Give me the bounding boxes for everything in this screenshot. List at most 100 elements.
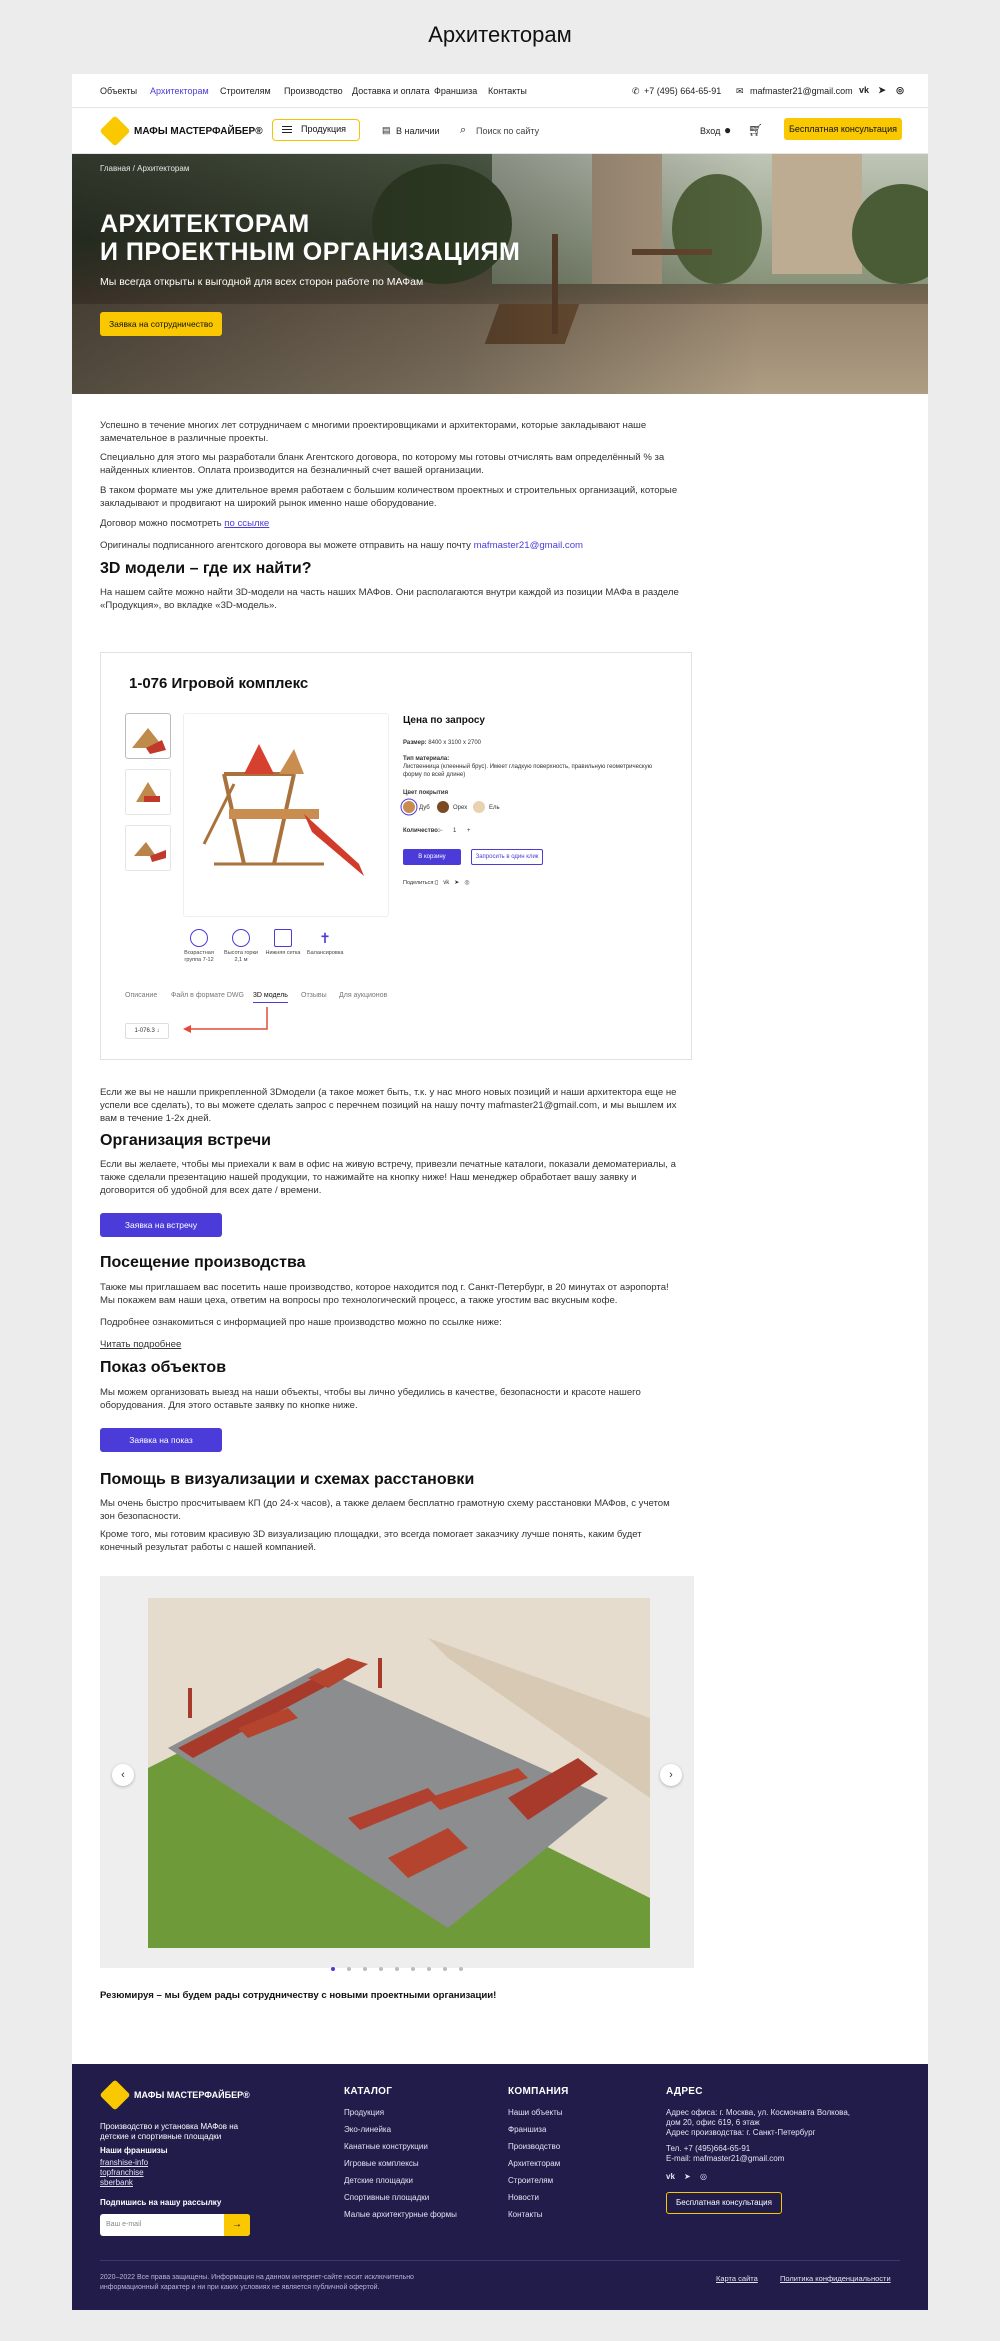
slider-dot[interactable] bbox=[411, 1967, 415, 1971]
franchise-link[interactable]: sberbank bbox=[100, 2178, 133, 2187]
slider-dot[interactable] bbox=[427, 1967, 431, 1971]
search-input[interactable]: Поиск по сайту bbox=[476, 126, 539, 136]
tab-3d-model[interactable]: 3D модель bbox=[253, 992, 288, 1003]
color-swatch-walnut[interactable] bbox=[437, 801, 449, 813]
tab-dwg[interactable]: Файл в формате DWG bbox=[171, 992, 244, 999]
cooperation-button[interactable]: Заявка на сотрудничество bbox=[100, 312, 222, 336]
feature-age-label: Возрастная группа 7-12 bbox=[184, 950, 214, 963]
color-swatch-oak[interactable] bbox=[403, 801, 415, 813]
nav-objects[interactable]: Объекты bbox=[100, 86, 137, 96]
nav-builders[interactable]: Строителям bbox=[220, 86, 271, 96]
company-link[interactable]: Франшиза bbox=[508, 2125, 546, 2134]
qty-value[interactable]: 1 bbox=[453, 827, 456, 835]
footer-whatsapp-icon[interactable]: ◎ bbox=[700, 2172, 707, 2181]
tab-description[interactable]: Описание bbox=[125, 992, 157, 999]
visit-text: Также мы приглашаем вас посетить наше пр… bbox=[100, 1282, 669, 1306]
catalog-link[interactable]: Спортивные площадки bbox=[344, 2193, 429, 2202]
privacy-link[interactable]: Политика конфиденциальности bbox=[780, 2274, 891, 2283]
login-link[interactable]: Вход bbox=[700, 126, 720, 136]
balance-icon: ✝ bbox=[319, 930, 331, 946]
cart-icon[interactable]: 🛒︎ bbox=[748, 123, 763, 137]
product-price: Цена по запросу bbox=[403, 715, 485, 726]
slider-dot[interactable] bbox=[347, 1967, 351, 1971]
slider-dot[interactable] bbox=[395, 1967, 399, 1971]
address-line: дом 20, офис 619, 6 этаж bbox=[666, 2118, 760, 2127]
product-thumb[interactable] bbox=[125, 825, 171, 871]
sitemap-link[interactable]: Карта сайта bbox=[716, 2274, 758, 2283]
add-to-cart-button[interactable]: В корзину bbox=[403, 849, 461, 865]
subscribe-arrow-icon[interactable]: → bbox=[224, 2214, 250, 2236]
footer-logo-text[interactable]: МАФЫ МАСТЕРФАЙБЕР® bbox=[134, 2090, 250, 2100]
company-link[interactable]: Новости bbox=[508, 2193, 539, 2202]
product-thumb[interactable] bbox=[125, 769, 171, 815]
consult-button[interactable]: Бесплатная консультация bbox=[784, 118, 902, 140]
arrow-annotation bbox=[183, 1007, 268, 1033]
intro-email-link[interactable]: mafmaster21@gmail.com bbox=[474, 540, 583, 551]
telegram-icon[interactable]: ➤ bbox=[876, 84, 888, 96]
logo-text[interactable]: МАФЫ МАСТЕРФАЙБЕР® bbox=[134, 126, 263, 137]
slide-image[interactable] bbox=[148, 1598, 650, 1948]
nav-franchise[interactable]: Франшиза bbox=[434, 86, 477, 96]
company-link[interactable]: Архитекторам bbox=[508, 2159, 560, 2168]
company-link[interactable]: Производство bbox=[508, 2142, 560, 2151]
footer-consult-button[interactable]: Бесплатная консультация bbox=[666, 2192, 782, 2214]
3d-file-download[interactable]: 1-076.3 ↓ bbox=[125, 1023, 169, 1039]
vk-icon[interactable]: vk bbox=[858, 84, 870, 96]
search-icon[interactable]: ⌕ bbox=[460, 124, 466, 137]
products-button[interactable]: Продукция bbox=[272, 119, 360, 141]
franchise-link[interactable]: topfranchise bbox=[100, 2168, 144, 2177]
breadcrumb[interactable]: Главная / Архитекторам bbox=[100, 164, 189, 173]
company-link[interactable]: Контакты bbox=[508, 2210, 543, 2219]
slider-dot[interactable] bbox=[379, 1967, 383, 1971]
footer-telegram-icon[interactable]: ➤ bbox=[684, 2172, 691, 2181]
nav-delivery[interactable]: Доставка и оплата bbox=[352, 86, 430, 96]
qty-minus[interactable]: − bbox=[439, 827, 443, 835]
top-email[interactable]: mafmaster21@gmail.com bbox=[750, 86, 853, 96]
nav-contacts[interactable]: Контакты bbox=[488, 86, 527, 96]
share-icons[interactable]: ▯ vk ➤ ◎ bbox=[435, 879, 470, 887]
tab-reviews[interactable]: Отзывы bbox=[301, 992, 327, 999]
catalog-link[interactable]: Малые архитектурные формы bbox=[344, 2210, 457, 2219]
phone-icon: ✆ bbox=[632, 86, 640, 96]
slider-dot[interactable] bbox=[459, 1967, 463, 1971]
tab-auctions[interactable]: Для аукционов bbox=[339, 992, 387, 999]
user-icon[interactable]: ● bbox=[724, 123, 731, 137]
slider-dot[interactable] bbox=[363, 1967, 367, 1971]
contract-link[interactable]: по ссылке bbox=[224, 518, 269, 529]
slider-next-button[interactable]: › bbox=[660, 1764, 682, 1786]
footer-phone[interactable]: Тел. +7 (495)664-65-91 bbox=[666, 2144, 750, 2153]
nav-production[interactable]: Производство bbox=[284, 86, 343, 96]
qty-plus[interactable]: + bbox=[467, 827, 471, 835]
read-more-link[interactable]: Читать подробнее bbox=[100, 1338, 181, 1351]
catalog-link[interactable]: Продукция bbox=[344, 2108, 384, 2117]
subscribe-email-input[interactable]: Ваш e-mail bbox=[106, 2221, 141, 2228]
nav-architects[interactable]: Архитекторам bbox=[150, 86, 209, 96]
product-main-image[interactable] bbox=[183, 713, 389, 917]
size-label: Размер: bbox=[403, 740, 427, 746]
product-thumb[interactable] bbox=[125, 713, 171, 759]
one-click-button[interactable]: Запросить в один клик bbox=[471, 849, 543, 865]
catalog-link[interactable]: Игровые комплексы bbox=[344, 2159, 419, 2168]
footer-email[interactable]: E-mail: mafmaster21@gmail.com bbox=[666, 2154, 784, 2163]
slider-dot[interactable] bbox=[331, 1967, 335, 1971]
models-text: На нашем сайте можно найти 3D-модели на … bbox=[100, 587, 679, 611]
company-link[interactable]: Наши объекты bbox=[508, 2108, 563, 2117]
footer-logo-icon[interactable] bbox=[99, 2079, 131, 2111]
catalog-link[interactable]: Эко-линейка bbox=[344, 2125, 391, 2134]
company-link[interactable]: Строителям bbox=[508, 2176, 553, 2185]
show-request-button[interactable]: Заявка на показ bbox=[100, 1428, 222, 1452]
feature-balance: ✝ Балансировка bbox=[307, 929, 343, 957]
catalog-link[interactable]: Детские площадки bbox=[344, 2176, 413, 2185]
logo-icon[interactable] bbox=[99, 115, 131, 147]
whatsapp-icon[interactable]: ◎ bbox=[894, 84, 906, 96]
color-swatch-spruce[interactable] bbox=[473, 801, 485, 813]
in-stock-link[interactable]: В наличии bbox=[396, 126, 440, 136]
catalog-link[interactable]: Канатные конструкции bbox=[344, 2142, 428, 2151]
summary-text: Резюмируя – мы будем рады сотрудничеству… bbox=[100, 1990, 497, 2001]
franchise-link[interactable]: franshise-info bbox=[100, 2158, 148, 2167]
slider-dot[interactable] bbox=[443, 1967, 447, 1971]
slider-prev-button[interactable]: ‹ bbox=[112, 1764, 134, 1786]
meeting-request-button[interactable]: Заявка на встречу bbox=[100, 1213, 222, 1237]
footer-vk-icon[interactable]: vk bbox=[666, 2172, 675, 2181]
top-phone[interactable]: +7 (495) 664-65-91 bbox=[644, 86, 721, 96]
